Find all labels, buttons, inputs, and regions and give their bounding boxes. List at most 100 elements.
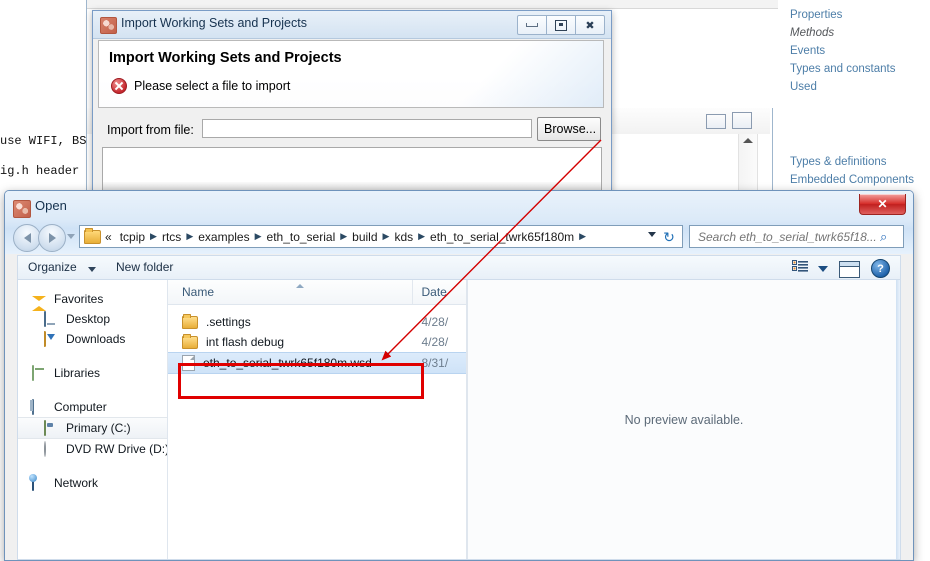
- sidebar-item-dvd-rw-drive-d-g[interactable]: DVD RW Drive (D:) G: [18, 439, 167, 459]
- organize-chevron-down-icon[interactable]: [88, 267, 96, 272]
- import-from-file-input[interactable]: [202, 119, 532, 138]
- breadcrumb-item[interactable]: eth_to_serial_twrk65f180m: [426, 230, 578, 244]
- search-icon: ⌕: [880, 228, 888, 244]
- sidebar-item-downloads[interactable]: Downloads: [18, 329, 167, 349]
- column-header-name[interactable]: Name: [168, 280, 414, 304]
- scroll-up-arrow-icon[interactable]: [743, 138, 753, 143]
- breadcrumb-item[interactable]: build: [348, 230, 381, 244]
- downloads-icon: [44, 331, 46, 347]
- downloads-icon-wrapper: [44, 331, 59, 347]
- breadcrumb-item[interactable]: tcpip: [116, 230, 149, 244]
- sidebar-item-network[interactable]: Network: [18, 473, 167, 493]
- sort-ascending-icon: [296, 284, 304, 288]
- open-dialog-app-icon: [13, 200, 31, 218]
- import-projects-list[interactable]: [102, 147, 602, 191]
- sidebar-item-primary-c[interactable]: Primary (C:): [18, 417, 167, 439]
- import-minimize-button[interactable]: [517, 15, 547, 35]
- view-mode-chevron-down-icon[interactable]: [818, 266, 828, 272]
- nav-group-gap: [18, 349, 167, 363]
- breadcrumb-separator-icon: ▶: [150, 231, 157, 241]
- breadcrumb-item[interactable]: rtcs: [158, 230, 185, 244]
- link-types-and-constants[interactable]: Types and constants: [778, 60, 930, 78]
- breadcrumb-separator-icon: ▶: [579, 231, 587, 241]
- sidebar-item-label: Primary (C:): [66, 421, 131, 435]
- organize-menu-button[interactable]: Organize: [28, 260, 77, 274]
- open-dialog-close-button[interactable]: ✕: [859, 194, 906, 215]
- import-list-shade: [103, 182, 601, 190]
- preview-pane-toggle-icon[interactable]: [839, 261, 860, 278]
- sidebar-item-label: Network: [54, 476, 99, 490]
- recent-locations-chevron-icon[interactable]: [67, 234, 75, 239]
- refresh-icon[interactable]: ↻: [660, 229, 678, 245]
- link-properties[interactable]: Properties: [778, 6, 930, 24]
- file-list-row[interactable]: int flash debug 4/28/: [168, 332, 467, 352]
- address-bar[interactable]: «tcpip ▶ rtcs ▶ examples ▶ eth_to_serial ▶ build…: [79, 225, 683, 248]
- breadcrumb-item[interactable]: «: [101, 230, 116, 244]
- file-date-cell: 4/28/: [421, 335, 449, 349]
- dvd-drive-icon-wrapper: [44, 441, 59, 457]
- forward-arrow-icon: [48, 233, 56, 243]
- search-box[interactable]: ⌕: [689, 225, 904, 248]
- breadcrumb-item[interactable]: kds: [390, 230, 417, 244]
- column-header-date[interactable]: Date: [413, 280, 467, 304]
- import-dialog-titlebar[interactable]: Import Working Sets and Projects ✖: [93, 11, 611, 39]
- file-date-cell: 4/28/: [421, 315, 449, 329]
- breadcrumb-separator-icon: ▶: [254, 231, 262, 241]
- desktop-icon-wrapper: [44, 311, 59, 327]
- eclipse-app-icon: [100, 17, 117, 34]
- file-list-header: Name Date: [168, 280, 467, 305]
- file-name-cell: .settings: [168, 313, 413, 329]
- forward-button[interactable]: [38, 224, 66, 252]
- link-embedded-components[interactable]: Embedded Components: [778, 171, 930, 189]
- open-dialog-body: Favorites Desktop Downloads Libraries Comput…: [17, 279, 901, 560]
- computer-icon: [32, 399, 34, 415]
- desktop-icon: [44, 311, 46, 327]
- browse-button[interactable]: Browse...: [537, 117, 601, 141]
- open-dialog-command-bar: Organize New folder ?: [17, 255, 901, 279]
- file-name-cell: eth_to_serial_twrk65f180m.wsd: [168, 355, 413, 371]
- background-maximize-button[interactable]: [732, 112, 752, 129]
- import-file-row: Import from file: Browse...: [93, 116, 611, 146]
- breadcrumb-item[interactable]: eth_to_serial: [263, 230, 340, 244]
- link-methods[interactable]: Methods: [778, 24, 930, 42]
- libraries-icon: [32, 365, 34, 381]
- preview-scrollbar[interactable]: [896, 280, 900, 559]
- network-icon-wrapper: [32, 475, 47, 491]
- help-icon[interactable]: ?: [871, 259, 890, 278]
- link-types-and-definitions[interactable]: Types & definitions: [778, 153, 930, 171]
- import-header-title: Import Working Sets and Projects: [109, 50, 342, 66]
- breadcrumb-item[interactable]: examples: [194, 230, 253, 244]
- file-list-row[interactable]: .settings 4/28/: [168, 312, 467, 332]
- background-minimize-button[interactable]: [706, 114, 726, 129]
- folder-icon: [182, 313, 198, 329]
- file-icon: [182, 355, 195, 371]
- new-folder-button[interactable]: New folder: [116, 260, 173, 274]
- nav-group-gap: [18, 383, 167, 397]
- sidebar-item-libraries[interactable]: Libraries: [18, 363, 167, 383]
- nav-group-gap: [18, 459, 167, 473]
- import-working-sets-dialog: Import Working Sets and Projects ✖ Impor…: [92, 10, 612, 194]
- sidebar-item-label: Desktop: [66, 312, 111, 326]
- error-icon: [111, 78, 127, 94]
- background-scrollbar[interactable]: [738, 132, 758, 190]
- back-button[interactable]: [13, 224, 41, 252]
- address-dropdown-icon[interactable]: [648, 232, 656, 237]
- open-dialog-navbar: «tcpip ▶ rtcs ▶ examples ▶ eth_to_serial ▶ build…: [5, 221, 913, 253]
- sidebar-item-computer[interactable]: Computer: [18, 397, 167, 417]
- link-used[interactable]: Used: [778, 78, 930, 96]
- sidebar-item-favorites[interactable]: Favorites: [18, 289, 167, 311]
- folder-icon: [84, 227, 101, 244]
- network-icon: [32, 475, 34, 491]
- file-list-row[interactable]: eth_to_serial_twrk65f180m.wsd 8/31/: [168, 352, 467, 374]
- view-mode-icon[interactable]: [792, 260, 808, 275]
- search-input[interactable]: [696, 228, 878, 245]
- breadcrumb-separator-icon: ▶: [186, 231, 194, 241]
- open-file-dialog: Open ✕ «tcpip ▶ rtcs ▶ examples ▶ eth_to_seria…: [4, 190, 914, 561]
- import-dialog-header: Import Working Sets and Projects Please …: [98, 40, 604, 108]
- link-events[interactable]: Events: [778, 42, 930, 60]
- import-maximize-button[interactable]: [546, 15, 576, 35]
- star-icon: [32, 292, 46, 311]
- sidebar-item-desktop[interactable]: Desktop: [18, 309, 167, 329]
- import-close-button[interactable]: ✖: [575, 15, 605, 35]
- file-date-cell: 8/31/: [421, 356, 449, 370]
